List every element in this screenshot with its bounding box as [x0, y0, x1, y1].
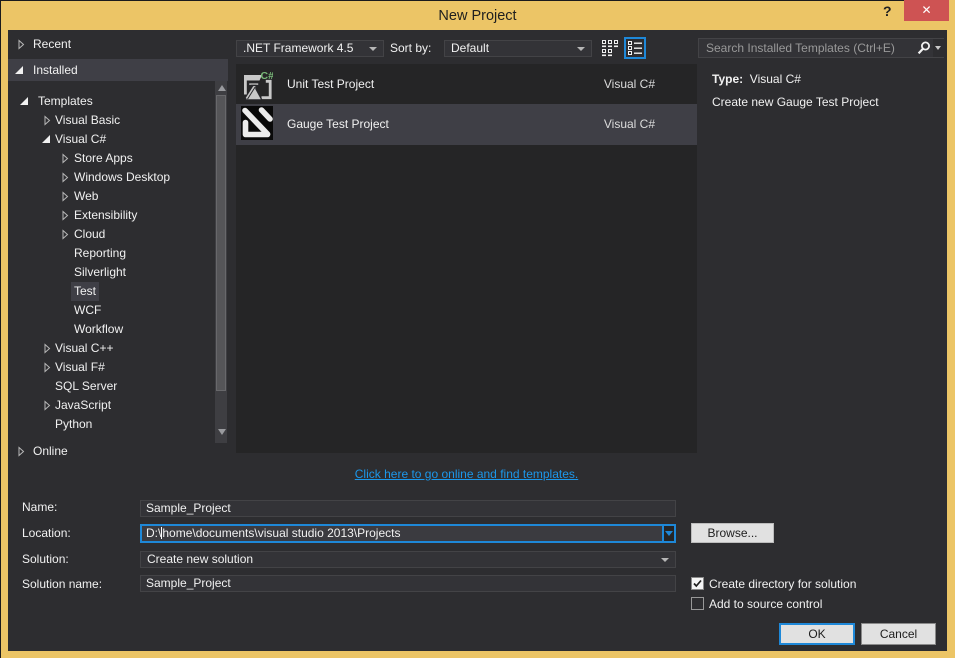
- svg-text:C#: C#: [261, 70, 274, 82]
